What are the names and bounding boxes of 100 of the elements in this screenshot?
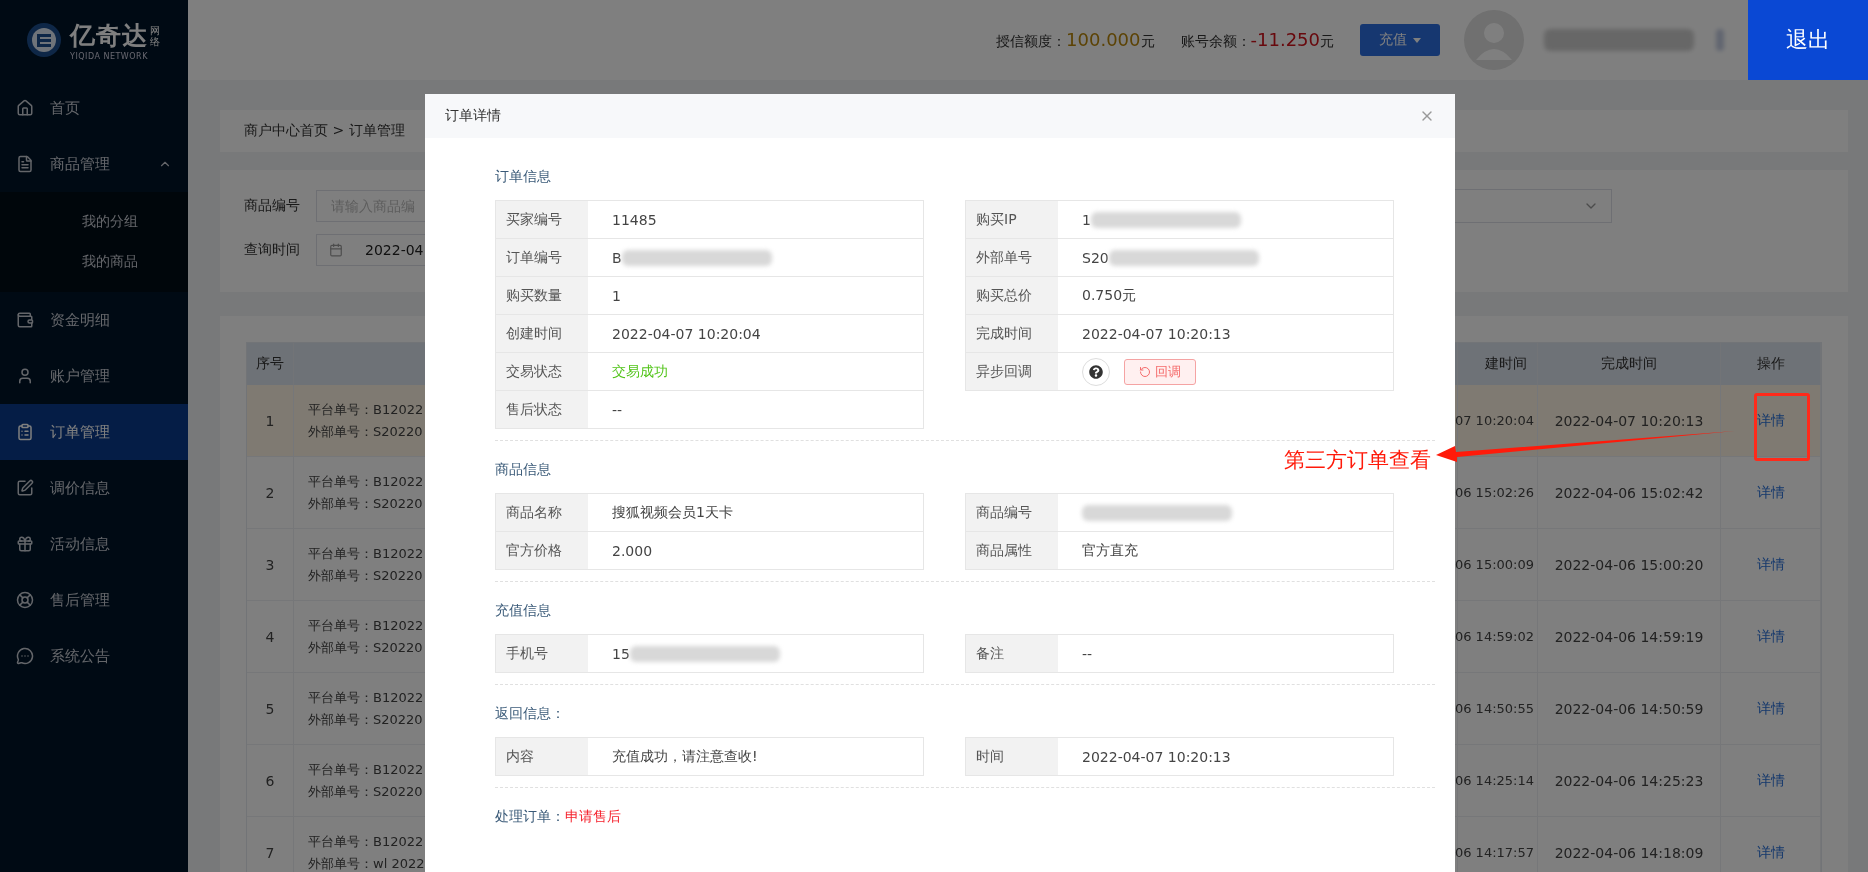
menu-icon — [16, 535, 34, 553]
submenu-item[interactable]: 我的分组 — [0, 202, 188, 242]
annotation-text: 第三方订单查看 — [1284, 447, 1431, 474]
status-text: 交易成功 — [612, 362, 668, 381]
calendar-icon — [329, 243, 343, 257]
table-cell: 3 — [247, 529, 294, 601]
order-number-text: 平台单号：B12022 — [308, 544, 424, 563]
field-label: 购买IP — [976, 210, 1017, 229]
blurred-text — [1716, 29, 1724, 51]
field-label: 完成时间 — [976, 324, 1032, 343]
field-label: 购买数量 — [506, 286, 562, 305]
table-cell: 5 — [247, 673, 294, 745]
field-value: 1 — [612, 287, 621, 304]
order-number-text: 外部单号：wl 2022 — [308, 854, 425, 872]
field-label: 商品名称 — [506, 503, 562, 522]
section-title: 充值信息 — [495, 602, 551, 620]
field-label: 异步回调 — [976, 362, 1032, 381]
field-value: 2022-04-07 10:20:13 — [1082, 325, 1231, 342]
menu-item[interactable]: 系统公告 — [0, 628, 188, 684]
field-value: -- — [612, 401, 623, 418]
detail-link[interactable]: 详情 — [1756, 555, 1785, 574]
logo-icon — [26, 22, 62, 58]
column-header: 建时间 — [1458, 343, 1538, 385]
order-number-text: 外部单号：S20220 — [308, 566, 423, 585]
field-label: 售后状态 — [506, 400, 562, 419]
menu-item[interactable]: 活动信息 — [0, 516, 188, 572]
menu-icon — [16, 311, 34, 329]
order-number-text: 平台单号：B12022 — [308, 760, 424, 779]
menu-item[interactable]: 调价信息 — [0, 460, 188, 516]
table-cell: 1 — [247, 385, 294, 457]
detail-link[interactable]: 详情 — [1756, 483, 1785, 502]
order-number-text: 外部单号：S20220 — [308, 782, 423, 801]
order-number-text: 平台单号：B12022 — [308, 688, 424, 707]
field-label: 内容 — [506, 747, 534, 766]
field-value: 2022-04-07 10:20:13 — [1082, 748, 1231, 765]
caret-icon — [1413, 37, 1421, 43]
field-label: 交易状态 — [506, 362, 562, 381]
field-value: B — [612, 249, 622, 266]
order-number-text: 外部单号：S20220 — [308, 710, 423, 729]
detail-link[interactable]: 详情 — [1756, 771, 1785, 790]
table-cell: 06 14:17:57 — [1458, 817, 1538, 872]
table-cell: 6 — [247, 745, 294, 817]
logo-subtitle: YIQIDA NETWORK — [70, 52, 149, 61]
menu-icon — [16, 591, 34, 609]
table-cell: 2022-04-06 14:59:19 — [1538, 601, 1721, 673]
table-cell: 07 10:20:04 — [1458, 385, 1538, 457]
highlight-frame — [1754, 393, 1810, 461]
order-number-text: 外部单号：S20220 — [308, 422, 423, 441]
order-number-text: 外部单号：S20220 — [308, 494, 423, 513]
footer-label: 处理订单： — [495, 808, 565, 824]
table-cell: 2 — [247, 457, 294, 529]
submenu-item[interactable]: 我的商品 — [0, 242, 188, 282]
table-cell: 2022-04-07 10:20:13 — [1538, 385, 1721, 457]
detail-link[interactable]: 详情 — [1756, 411, 1785, 430]
recharge-button[interactable]: 充值 — [1360, 24, 1440, 56]
order-number-text: 平台单号：B12022 — [308, 472, 424, 491]
credit-info: 授信额度：100.000元 — [996, 29, 1155, 51]
refresh-icon — [1139, 365, 1151, 378]
section-title: 订单信息 — [495, 168, 551, 186]
field-value: 2.000 — [612, 542, 653, 559]
detail-link[interactable]: 详情 — [1756, 627, 1785, 646]
logout-button[interactable]: 退出 — [1748, 0, 1868, 80]
field-label: 时间 — [976, 747, 1004, 766]
field-value: 搜狐视频会员1天卡 — [612, 503, 733, 522]
order-number-text: 外部单号：S20220 — [308, 638, 423, 657]
menu-item[interactable]: 账户管理 — [0, 348, 188, 404]
field-value: 0.750元 — [1082, 286, 1137, 305]
dialog-title: 订单详情 — [445, 107, 501, 125]
field-value: -- — [1082, 645, 1093, 662]
field-label: 买家编号 — [506, 210, 562, 229]
logo-text: 亿奇达 — [70, 20, 148, 52]
field-value: S20 — [1082, 249, 1109, 266]
menu-icon — [16, 367, 34, 385]
filter-label: 查询时间 — [244, 241, 301, 259]
table-cell: 06 14:25:14 — [1458, 745, 1538, 817]
menu-item[interactable]: 首页 — [0, 80, 188, 136]
field-label: 创建时间 — [506, 324, 562, 343]
menu-item[interactable]: 商品管理 — [0, 136, 188, 192]
after-sale-link[interactable]: 申请售后 — [565, 808, 621, 824]
field-label: 商品属性 — [976, 541, 1032, 560]
callback-button[interactable]: 回调 — [1124, 358, 1196, 385]
menu-icon — [16, 647, 34, 665]
detail-link[interactable]: 详情 — [1756, 843, 1785, 862]
field-label: 官方价格 — [506, 541, 562, 560]
detail-link[interactable]: 详情 — [1756, 699, 1785, 718]
order-number-text: 平台单号：B12022 — [308, 616, 424, 635]
menu-item[interactable]: 订单管理 — [0, 404, 188, 460]
filter-label: 商品编号 — [244, 197, 301, 215]
order-number-text: 平台单号：B12022 — [308, 400, 424, 419]
table-cell: 2022-04-06 15:00:20 — [1538, 529, 1721, 601]
menu-item[interactable]: 资金明细 — [0, 292, 188, 348]
field-label: 备注 — [976, 644, 1004, 663]
table-cell: 06 14:50:55 — [1458, 673, 1538, 745]
menu-item[interactable]: 售后管理 — [0, 572, 188, 628]
table-cell: 2022-04-06 14:50:59 — [1538, 673, 1721, 745]
table-cell: 2022-04-06 14:25:23 — [1538, 745, 1721, 817]
field-value: 充值成功，请注意查收! — [612, 747, 758, 766]
logo-tag: 网络 — [150, 24, 160, 47]
table-cell: 06 14:59:02 — [1458, 601, 1538, 673]
field-label: 手机号 — [506, 644, 548, 663]
